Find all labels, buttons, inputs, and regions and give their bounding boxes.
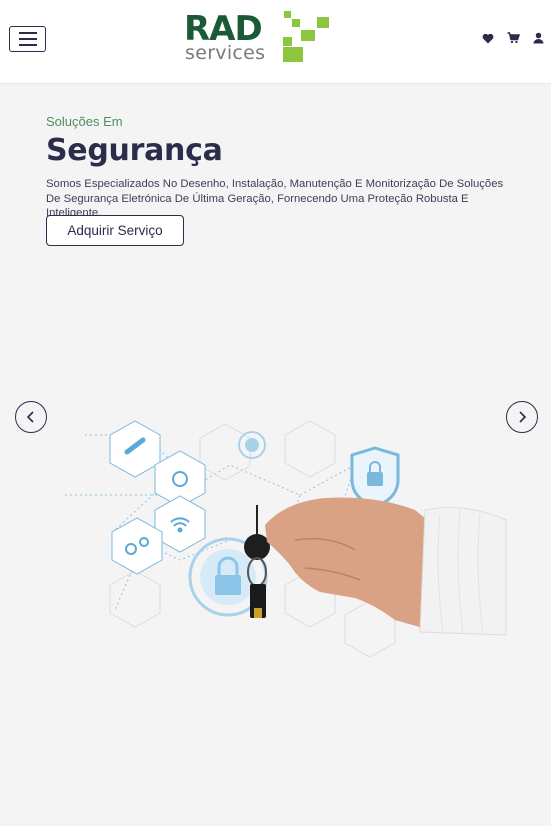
menu-bar (18, 32, 37, 34)
user-icon[interactable] (531, 31, 545, 45)
logo-square (301, 30, 315, 41)
hero-subtitle: Soluções Em (46, 114, 123, 129)
site-header: RAD services (0, 0, 551, 84)
logo-word-services: services (185, 42, 266, 64)
logo-square (283, 37, 292, 46)
logo-square (283, 47, 303, 62)
menu-bar (18, 44, 37, 46)
logo-square (284, 11, 291, 18)
security-illustration (65, 420, 507, 658)
chevron-right-icon (519, 411, 527, 423)
logo-square (292, 19, 300, 27)
acquire-service-button[interactable]: Adquirir Serviço (46, 215, 184, 246)
hamburger-menu-button[interactable] (9, 26, 46, 52)
menu-bar (18, 38, 37, 40)
hero-title: Segurança (46, 133, 223, 168)
chevron-left-icon (26, 411, 34, 423)
cart-icon[interactable] (506, 31, 520, 45)
heart-icon[interactable] (481, 31, 495, 45)
logo-square (317, 17, 329, 28)
carousel-prev-button[interactable] (15, 401, 47, 433)
hero-description: Somos Especializados No Desenho, Instala… (46, 178, 504, 219)
rad-services-logo[interactable]: RAD services (184, 10, 334, 66)
header-actions (481, 31, 545, 45)
